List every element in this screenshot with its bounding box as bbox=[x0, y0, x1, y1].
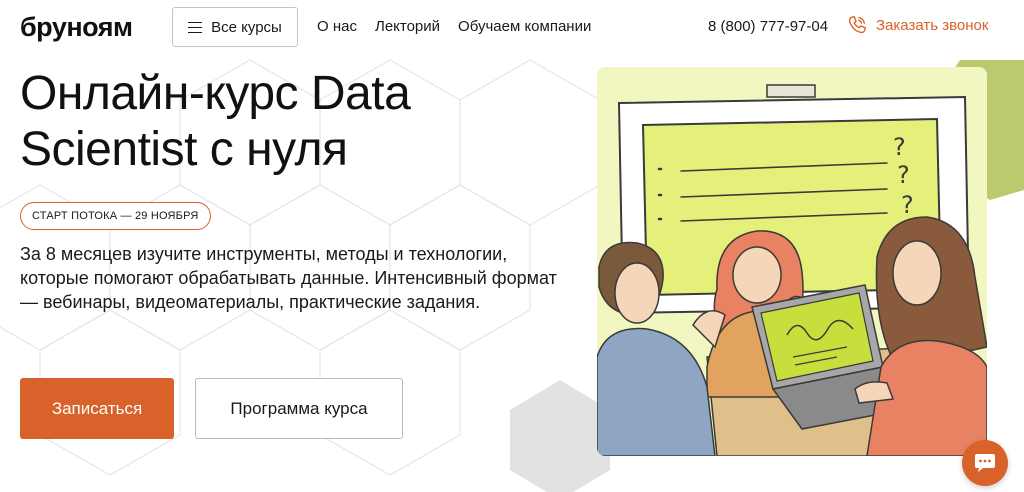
chat-button[interactable] bbox=[962, 440, 1008, 486]
phone-number[interactable]: 8 (800) 777-97-04 bbox=[708, 18, 828, 35]
logo[interactable]: бруноям bbox=[20, 12, 133, 43]
start-date-badge: СТАРТ ПОТОКА — 29 НОЯБРЯ bbox=[20, 202, 211, 230]
page-title: Онлайн-курс Data Scientist с нуля bbox=[20, 67, 411, 176]
all-courses-button[interactable]: Все курсы bbox=[172, 7, 298, 47]
burger-menu-icon bbox=[188, 21, 203, 33]
course-description: За 8 месяцев изучите инструменты, методы… bbox=[20, 244, 557, 312]
callback-label: Заказать звонок bbox=[876, 16, 989, 34]
main-nav: О нас Лекторий Обучаем компании bbox=[317, 18, 591, 35]
phone-icon bbox=[848, 16, 866, 34]
nav-item-corporate[interactable]: Обучаем компании bbox=[458, 18, 591, 35]
question-mark-1: ? bbox=[893, 133, 906, 161]
nav-item-lectorium[interactable]: Лекторий bbox=[375, 18, 440, 35]
callback-link[interactable]: Заказать звонок bbox=[846, 14, 988, 36]
course-program-button[interactable]: Программа курса bbox=[195, 378, 403, 439]
hero-illustration: ? ? ? bbox=[597, 67, 987, 456]
chat-bubble-icon bbox=[975, 454, 995, 472]
site-header: бруноям Все курсы О нас Лекторий Обучаем… bbox=[0, 0, 1024, 56]
question-mark-2: ? bbox=[897, 161, 910, 189]
students-illustration: ? ? ? bbox=[597, 67, 987, 456]
question-mark-3: ? bbox=[901, 191, 914, 219]
nav-item-about[interactable]: О нас bbox=[317, 18, 357, 35]
all-courses-label: Все курсы bbox=[211, 18, 282, 36]
enroll-button[interactable]: Записаться bbox=[20, 378, 174, 439]
